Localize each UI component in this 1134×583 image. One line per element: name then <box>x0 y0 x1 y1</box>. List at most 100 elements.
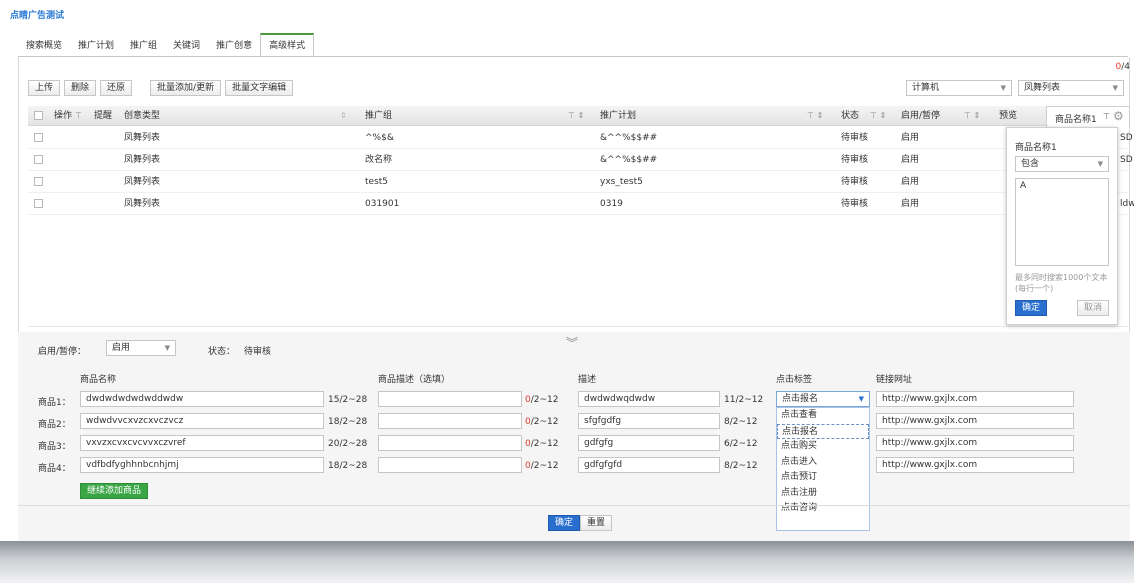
chevron-down-icon: ▼ <box>1000 84 1006 92</box>
product-desc-optional-input[interactable] <box>378 457 522 473</box>
product-name-header-active[interactable]: 商品名称1 ⊤ ⚙ <box>1046 106 1130 128</box>
upload-button[interactable]: 上传 <box>28 80 61 96</box>
filter-text-input[interactable]: A <box>1015 178 1109 266</box>
link-url-input[interactable]: http://www.gxjlx.com <box>876 457 1074 473</box>
filter-popup: 商品名称1 包含 ▼ A 最多同时搜索1000个文本(每行一个) 确定 取消 <box>1006 127 1118 325</box>
dropdown-option[interactable]: 点击预订 <box>777 470 869 486</box>
cell-campaign[interactable]: &^^%$$## <box>600 149 657 171</box>
filter-cancel-button[interactable]: 取消 <box>1077 300 1110 316</box>
cell-ad-group[interactable]: 031901 <box>365 193 399 215</box>
select-all-checkbox[interactable] <box>34 111 43 120</box>
cell-ad-group[interactable]: ^%$& <box>365 127 394 149</box>
table-row[interactable]: 凤舞列表 test5 yxs_test5 待审核 启用 <box>28 171 1130 193</box>
filter-ok-button[interactable]: 确定 <box>1015 300 1048 316</box>
product-desc-optional-count: 0/2~12 <box>525 439 559 449</box>
header-enable-pause[interactable]: 启用/暂停 <box>901 106 940 126</box>
dropdown-option[interactable]: 点击进入 <box>777 455 869 471</box>
sort-icon[interactable]: ⇕ <box>340 106 347 126</box>
cell-campaign[interactable]: &^^%$$## <box>600 127 657 149</box>
filter-hint: 最多同时搜索1000个文本(每行一个) <box>1015 273 1108 293</box>
cell-enable[interactable]: 启用 <box>901 193 919 215</box>
cell-ad-group[interactable]: test5 <box>365 171 388 193</box>
filter-icon[interactable]: ⊤ ⇕ <box>568 106 584 126</box>
filter-icon[interactable]: ⊤ <box>1103 112 1110 121</box>
description-input[interactable]: gdfgfgfd <box>578 457 720 473</box>
chevron-down-icon: ▼ <box>164 344 170 352</box>
window-shadow <box>0 541 1134 583</box>
cell-campaign[interactable]: 0319 <box>600 193 623 215</box>
product-label: 商品4： <box>38 464 71 474</box>
product-name-input[interactable]: vxvzxcvxcvcvvxczvref <box>80 435 324 451</box>
filter-icon[interactable]: ⊤ ⇕ <box>870 106 886 126</box>
description-input[interactable]: gdfgfg <box>578 435 720 451</box>
batch-add-button[interactable]: 批量添加/更新 <box>150 80 222 96</box>
header-ops[interactable]: 操作 ⊤ <box>54 106 82 126</box>
link-url-input[interactable]: http://www.gxjlx.com <box>876 435 1074 451</box>
tab-ad-groups[interactable]: 推广组 <box>122 35 165 57</box>
header-creative-type[interactable]: 创意类型 <box>124 106 160 126</box>
batch-text-edit-button[interactable]: 批量文字编辑 <box>225 80 294 96</box>
table-row[interactable]: 凤舞列表 ^%$& &^^%$$## 待审核 启用 SD! <box>28 127 1134 149</box>
device-select[interactable]: 计算机 ▼ <box>906 80 1012 96</box>
description-input[interactable]: dwdwdwqdwdw <box>578 391 720 407</box>
grid-header: 操作 ⊤ 提醒 创意类型 ⇕ 推广组 ⊤ ⇕ 推广计划 ⊤ ⇕ 状态 ⊤ ⇕ 启… <box>28 106 1130 126</box>
click-tag-value: 点击报名 <box>782 394 819 404</box>
style-select[interactable]: 凤舞列表 ▼ <box>1018 80 1124 96</box>
cell-creative-type: 凤舞列表 <box>124 199 161 209</box>
header-remind: 提醒 <box>94 111 113 121</box>
tab-creatives[interactable]: 推广创意 <box>208 35 260 57</box>
dropdown-option[interactable]: 点击注册 <box>777 486 869 502</box>
row-checkbox[interactable] <box>34 177 43 186</box>
row-checkbox[interactable] <box>34 133 43 142</box>
confirm-button[interactable]: 确定 <box>548 515 581 531</box>
link-url-input[interactable]: http://www.gxjlx.com <box>876 391 1074 407</box>
enable-select[interactable]: 启用 ▼ <box>106 340 176 356</box>
header-campaign[interactable]: 推广计划 <box>600 106 636 126</box>
filter-mode-select[interactable]: 包含 ▼ <box>1015 156 1109 172</box>
cell-enable[interactable]: 启用 <box>901 171 919 193</box>
dropdown-option[interactable]: 点击购买 <box>777 439 869 455</box>
tab-advanced-styles[interactable]: 高级样式 <box>260 33 315 57</box>
row-checkbox[interactable] <box>34 199 43 208</box>
filter-icon[interactable]: ⊤ ⇕ <box>964 106 980 126</box>
add-product-button[interactable]: 继续添加商品 <box>80 483 149 499</box>
gear-icon[interactable]: ⚙ <box>1113 109 1124 123</box>
click-tag-dropdown: 点击查看 点击报名 点击购买 点击进入 点击预订 点击注册 点击咨询 <box>776 407 870 531</box>
filter-icon[interactable]: ⊤ <box>75 111 82 120</box>
tab-campaigns[interactable]: 推广计划 <box>70 35 122 57</box>
header-status[interactable]: 状态 <box>841 106 859 126</box>
collapse-chevron-icon[interactable]: ︾ <box>566 334 578 351</box>
table-row[interactable]: 凤舞列表 改名称 &^^%$$## 待审核 启用 SD! <box>28 149 1134 171</box>
product-desc-optional-input[interactable] <box>378 435 522 451</box>
dropdown-option[interactable]: 点击咨询 <box>777 501 869 517</box>
restore-button[interactable]: 还原 <box>100 80 133 96</box>
description-count: 6/2~12 <box>724 439 758 449</box>
product-name-input[interactable]: vdfbdfyghhnbcnhjmj <box>80 457 324 473</box>
cell-campaign[interactable]: yxs_test5 <box>600 171 643 193</box>
product-desc-optional-input[interactable] <box>378 413 522 429</box>
dropdown-option-selected[interactable]: 点击报名 <box>777 423 869 439</box>
product-desc-optional-input[interactable] <box>378 391 522 407</box>
filter-icon[interactable]: ⊤ ⇕ <box>807 106 823 126</box>
tab-search-overview[interactable]: 搜索概览 <box>18 35 70 57</box>
product-desc-optional-count: 0/2~12 <box>525 461 559 471</box>
header-ad-group[interactable]: 推广组 <box>365 106 392 126</box>
description-input[interactable]: sfgfgdfg <box>578 413 720 429</box>
product-name-input[interactable]: dwdwdwdwdwddwdw <box>80 391 324 407</box>
dropdown-option[interactable]: 点击查看 <box>777 408 869 424</box>
cell-enable[interactable]: 启用 <box>901 149 919 171</box>
count-range: /2~12 <box>530 395 559 405</box>
status-label: 状态： <box>208 347 236 357</box>
tab-keywords[interactable]: 关键词 <box>165 35 208 57</box>
cell-ad-group[interactable]: 改名称 <box>365 149 392 171</box>
col-description: 描述 <box>578 375 597 385</box>
row-checkbox[interactable] <box>34 155 43 164</box>
reset-button[interactable]: 重置 <box>580 515 613 531</box>
table-row[interactable]: 凤舞列表 031901 0319 待审核 启用 ldw <box>28 193 1134 215</box>
delete-button[interactable]: 删除 <box>64 80 97 96</box>
link-url-input[interactable]: http://www.gxjlx.com <box>876 413 1074 429</box>
cell-enable[interactable]: 启用 <box>901 127 919 149</box>
product-name-input[interactable]: wdwdvvcxvzcxvczvcz <box>80 413 324 429</box>
count-range: /2~12 <box>530 417 559 427</box>
click-tag-select[interactable]: 点击报名 ▼ <box>776 391 870 407</box>
